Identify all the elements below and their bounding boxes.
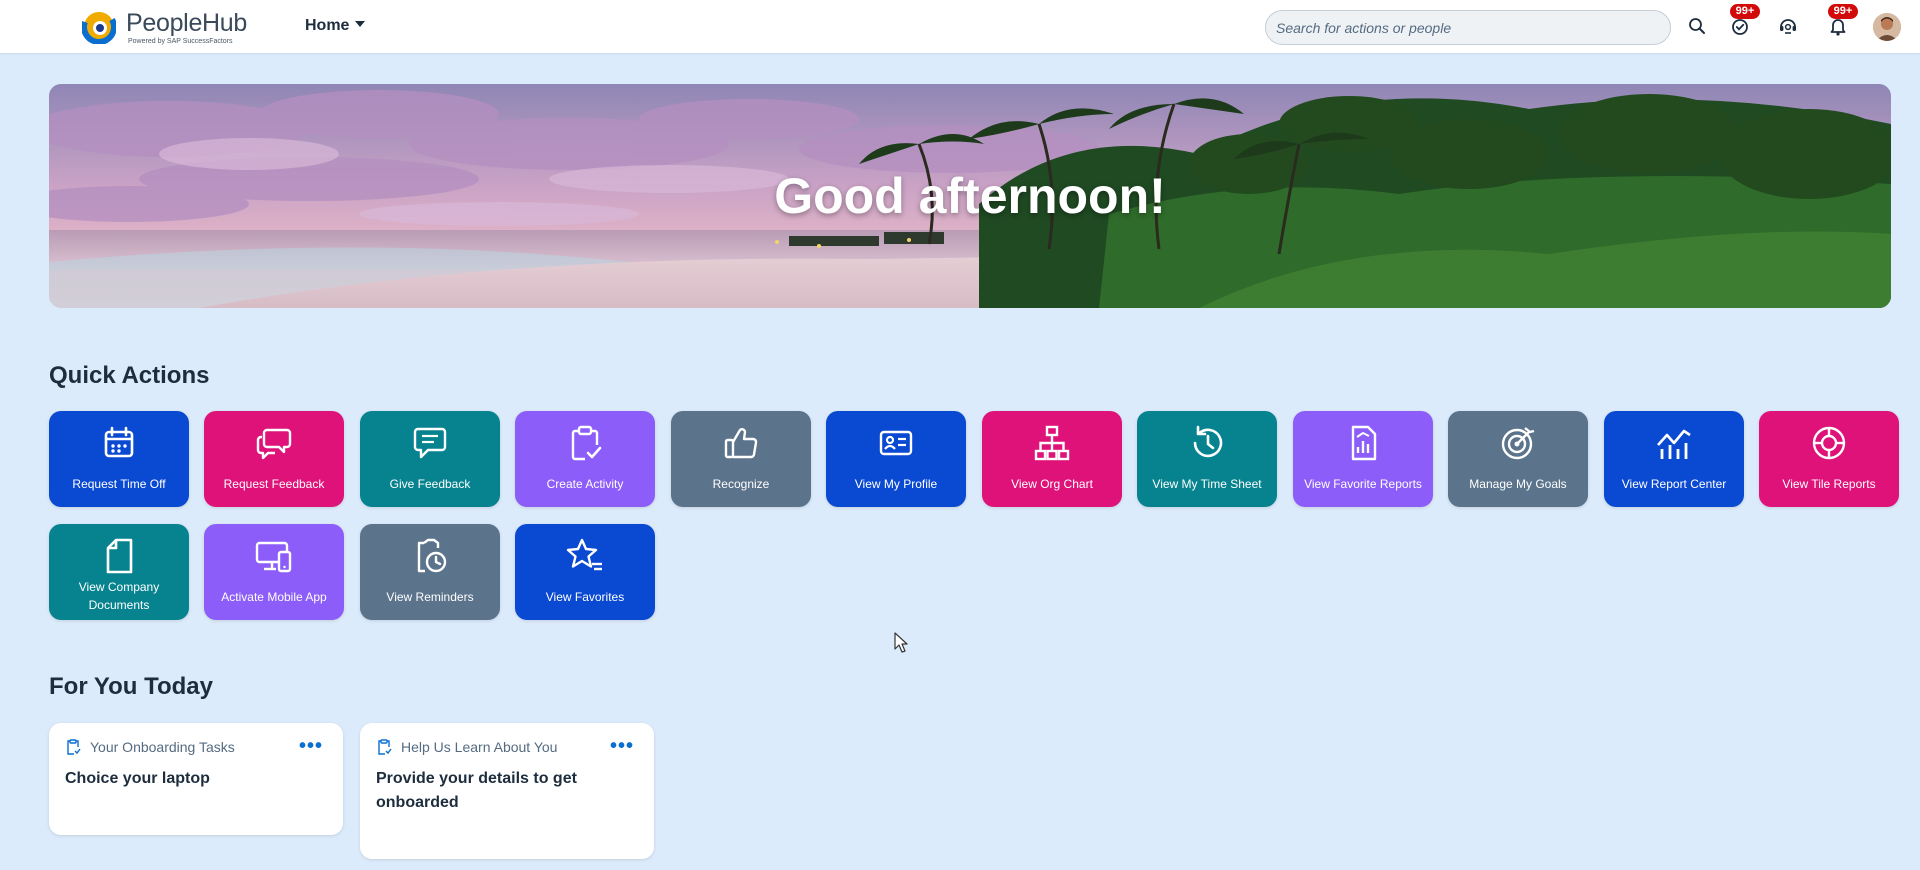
card-body-text: Choice your laptop <box>65 770 210 787</box>
search-input[interactable] <box>1265 10 1671 45</box>
tile-label: Create Activity <box>546 477 624 491</box>
app-name: PeopleHub <box>126 9 248 37</box>
quick-actions-title: Quick Actions <box>49 362 210 389</box>
feedback-icon <box>410 423 450 463</box>
chat-bubbles-icon <box>254 423 294 463</box>
tile-request-time-off[interactable]: Request Time Off <box>49 411 189 507</box>
mobile-app-icon <box>254 536 294 576</box>
tile-label: Request Time Off <box>72 477 166 491</box>
clipboard-task-icon <box>376 739 392 755</box>
approvals-badge: 99+ <box>1730 4 1760 19</box>
greeting-text: Good afternoon! <box>774 168 1166 224</box>
notifications-badge: 99+ <box>1828 4 1858 19</box>
history-icon <box>1187 423 1227 463</box>
home-nav-label: Home <box>305 17 350 34</box>
logo-mark-icon <box>82 10 116 44</box>
tile-label: Activate Mobile App <box>221 590 327 604</box>
more-options-icon[interactable]: ••• <box>610 735 634 758</box>
reminder-icon <box>410 536 450 576</box>
tile-view-my-time-sheet[interactable]: View My Time Sheet <box>1137 411 1277 507</box>
line-chart-icon <box>1654 423 1694 463</box>
shell-header: PeopleHub Powered by SAP SuccessFactors … <box>0 0 1920 53</box>
tile-label: View Org Chart <box>1011 477 1093 491</box>
tile-create-activity[interactable]: Create Activity <box>515 411 655 507</box>
tile-label: Manage My Goals <box>1469 477 1567 491</box>
tile-view-company-documents[interactable]: View Company Documents <box>49 524 189 620</box>
tile-report-icon <box>1809 423 1849 463</box>
tile-label: View My Profile <box>854 477 938 491</box>
tile-label: View My Time Sheet <box>1152 477 1262 491</box>
card-help-us-learn[interactable]: Help Us Learn About You ••• Provide your… <box>360 723 654 859</box>
tile-label: View Tile Reports <box>1782 477 1876 491</box>
clipboard-check-icon <box>565 423 605 463</box>
tile-label: Recognize <box>712 477 770 491</box>
app-logo[interactable]: PeopleHub Powered by SAP SuccessFactors <box>82 8 262 48</box>
tile-view-favorite-reports[interactable]: View Favorite Reports <box>1293 411 1433 507</box>
tile-request-feedback[interactable]: Request Feedback <box>204 411 344 507</box>
clipboard-task-icon <box>65 739 81 755</box>
card-header-title: Your Onboarding Tasks <box>90 739 235 755</box>
tile-view-org-chart[interactable]: View Org Chart <box>982 411 1122 507</box>
target-icon <box>1498 423 1538 463</box>
avatar[interactable] <box>1873 13 1901 41</box>
tile-label: View Favorite Reports <box>1304 477 1422 491</box>
tile-label: View Report Center <box>1621 477 1727 491</box>
profile-card-icon <box>876 423 916 463</box>
tile-view-tile-reports[interactable]: View Tile Reports <box>1759 411 1899 507</box>
tile-give-feedback[interactable]: Give Feedback <box>360 411 500 507</box>
card-header-title: Help Us Learn About You <box>401 739 558 755</box>
app-subtitle: Powered by SAP SuccessFactors <box>128 38 233 45</box>
star-list-icon <box>565 536 605 576</box>
tile-activate-mobile-app[interactable]: Activate Mobile App <box>204 524 344 620</box>
org-chart-icon <box>1032 423 1072 463</box>
chevron-down-icon <box>355 21 366 27</box>
tile-view-reminders[interactable]: View Reminders <box>360 524 500 620</box>
card-onboarding-tasks[interactable]: Your Onboarding Tasks ••• Choice your la… <box>49 723 343 835</box>
more-options-icon[interactable]: ••• <box>299 735 323 758</box>
card-body-text: Provide your details to get onboarded <box>376 770 577 811</box>
tile-label: View Favorites <box>545 590 625 604</box>
user-photo-icon <box>1873 13 1901 41</box>
search-icon[interactable] <box>1685 14 1709 38</box>
tile-manage-my-goals[interactable]: Manage My Goals <box>1448 411 1588 507</box>
tile-view-report-center[interactable]: View Report Center <box>1604 411 1744 507</box>
tile-view-my-profile[interactable]: View My Profile <box>826 411 966 507</box>
tile-label: Give Feedback <box>389 477 471 491</box>
for-you-today-title: For You Today <box>49 673 214 700</box>
home-nav-menu[interactable]: Home <box>305 17 366 35</box>
tile-label: View Company Documents <box>78 580 160 612</box>
tile-label: Request Feedback <box>223 477 325 491</box>
tile-view-favorites[interactable]: View Favorites <box>515 524 655 620</box>
mouse-cursor-icon <box>894 632 908 653</box>
tile-label: View Reminders <box>386 590 474 604</box>
calendar-icon <box>99 423 139 463</box>
welcome-banner: Good afternoon! <box>49 84 1891 308</box>
report-icon <box>1343 423 1383 463</box>
tile-recognize[interactable]: Recognize <box>671 411 811 507</box>
support-icon[interactable] <box>1776 14 1800 38</box>
thumbs-up-icon <box>721 423 761 463</box>
document-icon <box>99 536 139 576</box>
